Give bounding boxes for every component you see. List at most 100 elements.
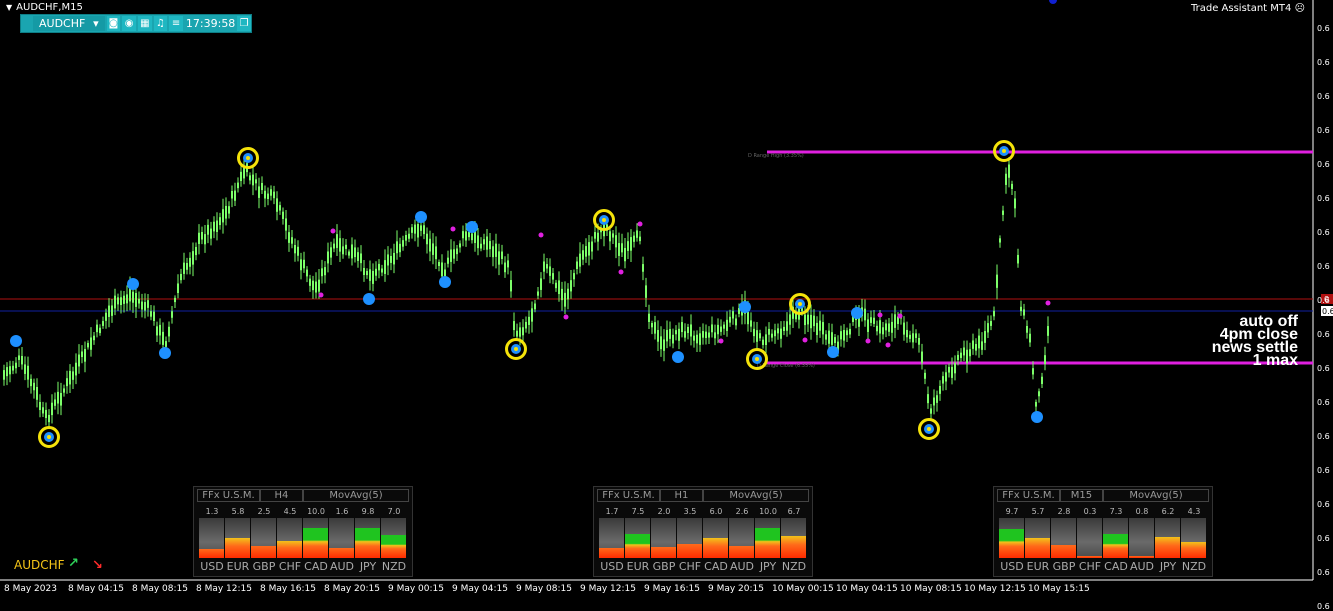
candle-body bbox=[657, 330, 659, 342]
candle-body bbox=[297, 246, 299, 256]
candle-body bbox=[648, 313, 650, 322]
candle-body bbox=[909, 334, 911, 339]
price-tick-label: 0.6 bbox=[1317, 466, 1330, 475]
panel-header: FFx U.S.M. M15 MovAvg(5) bbox=[997, 489, 1209, 502]
candle-body bbox=[573, 273, 575, 280]
window-icon[interactable]: ❐ bbox=[237, 16, 251, 31]
strength-bar bbox=[225, 518, 250, 558]
candle-body bbox=[978, 335, 980, 349]
candle-body bbox=[1014, 198, 1016, 209]
eye-icon[interactable]: ◉ bbox=[122, 16, 136, 31]
strength-value: 1.7 bbox=[605, 507, 619, 516]
candle-body bbox=[345, 244, 347, 249]
strength-bar bbox=[755, 518, 780, 558]
trade-assistant-label[interactable]: Trade Assistant MT4 ☹ bbox=[1191, 3, 1305, 14]
candle-body bbox=[1017, 254, 1019, 264]
candle-body bbox=[204, 234, 206, 245]
time-axis[interactable]: 8 May 2023 8 May 04:15 8 May 08:15 8 May 12… bbox=[0, 580, 1313, 594]
swing-marker-dot bbox=[827, 346, 839, 358]
candle-body bbox=[846, 330, 848, 336]
candle-body bbox=[393, 252, 395, 265]
strength-bar bbox=[1129, 518, 1154, 558]
candle-body bbox=[66, 378, 68, 387]
candle-body bbox=[696, 334, 698, 344]
candle-body bbox=[516, 330, 518, 337]
candle-body bbox=[957, 354, 959, 361]
candle-body bbox=[90, 337, 92, 350]
candle-body bbox=[405, 234, 407, 241]
strength-value: 4.5 bbox=[283, 507, 297, 516]
calendar-icon[interactable]: ▦ bbox=[137, 16, 152, 31]
candle-body bbox=[1044, 355, 1046, 364]
candle-body bbox=[759, 333, 761, 339]
candle-body bbox=[831, 332, 833, 345]
strength-bar-fill bbox=[1155, 537, 1180, 558]
candle-body bbox=[942, 376, 944, 384]
candle-body bbox=[222, 209, 224, 223]
candle-body bbox=[3, 370, 5, 380]
candle-body bbox=[159, 324, 161, 336]
currency-labels: USD EUR GBP CHF CAD AUD JPY NZD bbox=[199, 560, 407, 573]
candle-body bbox=[33, 382, 35, 391]
candle-body bbox=[1020, 306, 1022, 312]
strength-value: 3.5 bbox=[683, 507, 697, 516]
candle-body bbox=[753, 328, 755, 337]
strength-bar bbox=[355, 518, 380, 558]
candle-body bbox=[135, 293, 137, 307]
strength-value: 6.0 bbox=[709, 507, 723, 516]
strength-bar-fill bbox=[277, 541, 302, 558]
candle-body bbox=[870, 317, 872, 323]
signal-dot bbox=[885, 342, 891, 348]
symbol-selector[interactable]: AUDCHF ▾ bbox=[33, 16, 105, 31]
candle-body bbox=[510, 280, 512, 292]
candle-body bbox=[309, 278, 311, 286]
candle-body bbox=[249, 175, 251, 181]
candle-body bbox=[267, 193, 269, 200]
strength-bar-fill bbox=[755, 528, 780, 558]
candle-body bbox=[285, 218, 287, 231]
one-click-toolbar: AUDCHF ▾ ◙ ◉ ▦ ♫ ≡ 17:39:58 ❐ bbox=[20, 14, 252, 33]
candle-body bbox=[840, 331, 842, 340]
candle-body bbox=[288, 232, 290, 243]
camera-icon[interactable]: ◙ bbox=[106, 16, 121, 31]
price-tick-label: 0.6 bbox=[1317, 228, 1330, 237]
candle-body bbox=[96, 324, 98, 333]
strength-bars bbox=[599, 518, 807, 558]
strength-value: 2.6 bbox=[735, 507, 749, 516]
candle-body bbox=[132, 291, 134, 303]
candle-body bbox=[915, 333, 917, 338]
strength-values: 9.7 5.7 2.8 0.3 7.3 0.8 6.2 4.3 bbox=[999, 507, 1207, 516]
candle-body bbox=[807, 314, 809, 325]
candle-body bbox=[477, 235, 479, 249]
strength-bar-fill bbox=[677, 544, 702, 558]
strength-value: 2.8 bbox=[1057, 507, 1071, 516]
candle-body bbox=[777, 328, 779, 334]
candle-body bbox=[1047, 326, 1049, 336]
strength-bar-fill bbox=[703, 538, 728, 558]
collapse-arrow-icon[interactable]: ▼ bbox=[6, 3, 12, 12]
currency-label: AUD bbox=[729, 560, 755, 573]
candle-body bbox=[525, 321, 527, 329]
candle-body bbox=[576, 261, 578, 269]
price-tick-label: 0.6 bbox=[1317, 92, 1330, 101]
currency-label: JPY bbox=[759, 560, 777, 573]
candle-body bbox=[168, 326, 170, 337]
strength-bars bbox=[199, 518, 407, 558]
candle-body bbox=[906, 329, 908, 338]
candle-body bbox=[675, 330, 677, 335]
candle-body bbox=[414, 224, 416, 234]
smiley-icon: ☹ bbox=[1294, 3, 1305, 14]
candle-body bbox=[786, 321, 788, 331]
price-axis[interactable]: 0.6 0.6 0.6 0.6 0.6 0.6 0.6 0.6 0.6 0.6 0.6 0.6 0.6 0… bbox=[1313, 0, 1333, 611]
strength-bar bbox=[1077, 518, 1102, 558]
candle-body bbox=[591, 241, 593, 252]
candle-body bbox=[522, 327, 524, 336]
candle-body bbox=[390, 255, 392, 263]
bell-icon[interactable]: ♫ bbox=[153, 16, 168, 31]
candle-body bbox=[945, 372, 947, 382]
price-tick-label: 0.6 bbox=[1317, 126, 1330, 135]
candle-body bbox=[651, 323, 653, 328]
candle-body bbox=[864, 308, 866, 321]
currency-label: JPY bbox=[359, 560, 377, 573]
menu-icon[interactable]: ≡ bbox=[169, 16, 183, 31]
